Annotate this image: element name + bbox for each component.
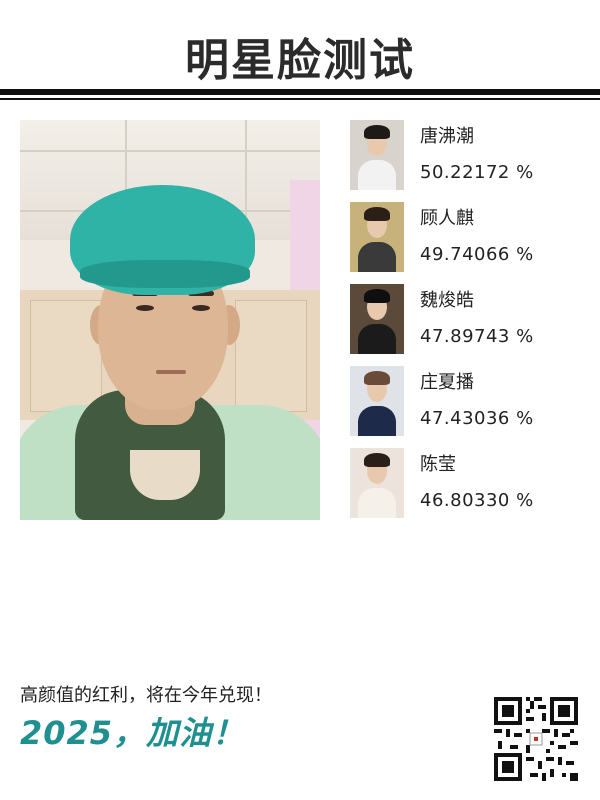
match-name: 顾人麒 — [420, 208, 474, 229]
match-avatar — [350, 284, 404, 354]
title-divider-thick — [0, 89, 600, 95]
match-name: 唐沸潮 — [420, 126, 474, 147]
page-title: 明星脸测试 — [185, 35, 415, 86]
title-divider-thin — [0, 98, 600, 100]
match-score: 50.22172 % — [420, 162, 534, 183]
match-result[interactable]: 庄夏播 47.43036 % — [350, 366, 590, 438]
match-result[interactable]: 陈莹 46.80330 % — [350, 448, 590, 520]
qr-code-icon[interactable] — [494, 697, 578, 781]
match-avatar — [350, 448, 404, 518]
match-name: 魏焌皓 — [420, 290, 474, 311]
match-result[interactable]: 顾人麒 49.74066 % — [350, 202, 590, 274]
match-score: 49.74066 % — [420, 244, 534, 265]
match-name: 陈莹 — [420, 454, 456, 475]
slogan-text: 高颜值的红利，将在今年兑现！ — [20, 685, 272, 706]
match-avatar — [350, 202, 404, 272]
match-avatar — [350, 366, 404, 436]
match-name: 庄夏播 — [420, 372, 474, 393]
match-score: 47.43036 % — [420, 408, 534, 429]
match-avatar — [350, 120, 404, 190]
match-score: 46.80330 % — [420, 490, 534, 511]
match-result[interactable]: 魏焌皓 47.89743 % — [350, 284, 590, 356]
match-result[interactable]: 唐沸潮 50.22172 % — [350, 120, 590, 192]
cheer-text: 2025，加油！ — [20, 714, 246, 752]
user-photo — [20, 120, 320, 520]
match-score: 47.89743 % — [420, 326, 534, 347]
